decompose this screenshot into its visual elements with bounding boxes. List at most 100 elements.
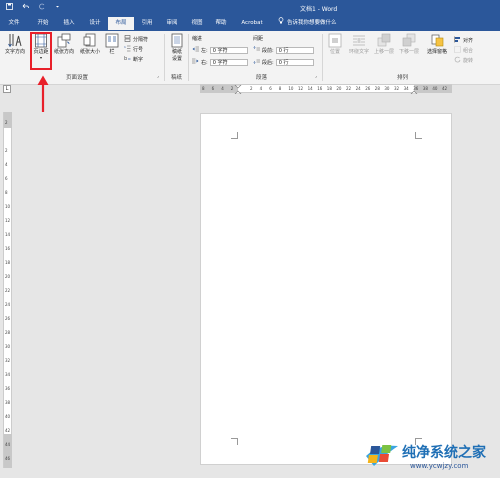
align-button[interactable]: 对齐	[454, 36, 473, 45]
ruler-number: 2	[5, 148, 8, 153]
ruler-number: 32	[394, 86, 400, 91]
tab-file[interactable]: 文件	[4, 17, 24, 30]
title-bar: 文档1 - Word	[0, 0, 500, 15]
redo-icon[interactable]	[38, 3, 45, 10]
text-direction-icon	[8, 33, 22, 48]
orientation-button[interactable]: 纸张方向	[52, 33, 76, 55]
spacing-before-icon	[253, 46, 260, 54]
ruler-number: 24	[5, 302, 11, 307]
vertical-ruler[interactable]: 2 2 4 6 8 10 12 14 16 18 20 22 24 26 28 30 32 34 36 38 40 42 4…	[3, 112, 12, 468]
site-watermark: 纯净系统之家 www.ycwjzy.com	[350, 424, 500, 478]
text-direction-button[interactable]: 文字方向	[3, 33, 27, 55]
breaks-button[interactable]: 分隔符	[124, 35, 148, 44]
tab-selector[interactable]: L	[3, 85, 11, 93]
customize-qat-icon[interactable]	[54, 3, 61, 10]
tab-references[interactable]: 引用	[136, 17, 158, 30]
tell-me-text: 告诉我你想要做什么	[287, 20, 337, 26]
group-separator	[188, 34, 189, 81]
spacing-before-input[interactable]: 0 行	[275, 46, 314, 54]
page-setup-group-label: 页面设置	[66, 75, 89, 81]
tab-insert[interactable]: 插入	[58, 17, 80, 30]
tab-layout[interactable]: 布局	[108, 17, 134, 30]
ruler-number: 2	[230, 86, 234, 91]
watermark-url: www.ycwjzy.com	[410, 462, 469, 470]
ruler-number: 10	[288, 86, 294, 91]
ruler-number: 42	[442, 86, 448, 91]
group-separator	[164, 34, 165, 81]
tab-acrobat[interactable]: Acrobat	[237, 17, 267, 30]
draft-settings-button[interactable]: 稿纸设置	[168, 33, 186, 62]
ruler-number: 44	[5, 442, 11, 447]
ruler-number: 4	[5, 162, 8, 167]
document-page[interactable]	[200, 113, 452, 465]
draft-paper-icon	[170, 33, 184, 48]
send-backward-label: 下移一层	[398, 49, 419, 55]
ruler-number: 32	[5, 358, 11, 363]
group-icon	[454, 46, 461, 55]
line-numbers-button[interactable]: 1 行号	[124, 45, 143, 54]
tab-view[interactable]: 视图	[186, 17, 208, 30]
ribbon-tabs: 文件 开始 插入 设计 布局 引用 审阅 视图 帮助 Acrobat 告诉我你想…	[0, 15, 500, 31]
ruler-number: 8	[202, 86, 205, 91]
draft-group-label: 稿纸	[171, 75, 183, 81]
selection-pane-label: 选择窗格	[426, 49, 447, 55]
rotate-button[interactable]: 旋转	[454, 56, 473, 65]
page-setup-launcher-icon[interactable]: ⌟	[157, 73, 159, 78]
right-indent-marker-icon[interactable]	[410, 85, 418, 94]
save-icon[interactable]	[6, 3, 13, 10]
indent-left-icon	[192, 46, 199, 54]
paragraph-group-label: 段落	[256, 75, 268, 81]
tab-home[interactable]: 开始	[32, 17, 54, 30]
tab-design[interactable]: 设计	[84, 17, 106, 30]
spacing-after-row: 段后: 0 行	[253, 58, 314, 66]
bring-forward-button[interactable]: 上移一层	[372, 33, 396, 55]
ruler-number: 26	[5, 316, 11, 321]
send-backward-button[interactable]: 下移一层	[397, 33, 421, 55]
svg-text:b: b	[124, 56, 127, 62]
align-icon	[454, 36, 461, 45]
indent-left-input[interactable]: 0 字符	[209, 46, 248, 54]
lightbulb-icon	[278, 17, 284, 30]
ruler-number: 8	[5, 190, 8, 195]
spacing-after-icon	[253, 58, 260, 66]
ruler-number: 28	[374, 86, 380, 91]
ruler-number: 4	[221, 86, 224, 91]
wrap-text-button[interactable]: 环绕文字	[346, 33, 372, 55]
group-label: 组合	[463, 48, 474, 54]
group-separator	[322, 34, 323, 81]
ruler-number: 24	[355, 86, 361, 91]
tab-help[interactable]: 帮助	[210, 17, 232, 30]
ruler-number: 6	[269, 86, 272, 91]
paragraph-launcher-icon[interactable]: ⌟	[315, 73, 317, 78]
spacing-before-row: 段前: 0 行	[253, 46, 314, 54]
undo-icon[interactable]	[22, 3, 29, 10]
horizontal-ruler[interactable]: 8 6 4 2 2 4 6 8 10 12 14 16 18 20 22 24 26 28 30 32 34 36 38 40…	[200, 84, 452, 94]
ruler-number: 38	[5, 400, 11, 405]
indent-left-label: 左:	[201, 47, 208, 54]
rotate-label: 旋转	[463, 58, 474, 64]
indent-right-input[interactable]: 0 字符	[209, 58, 248, 66]
indent-heading: 缩进	[192, 36, 203, 42]
tab-review[interactable]: 审阅	[161, 17, 183, 30]
spacing-after-input[interactable]: 0 行	[275, 58, 314, 66]
ruler-number: 20	[5, 274, 11, 279]
ruler-number: 42	[5, 428, 11, 433]
group-button[interactable]: 组合	[454, 46, 473, 55]
ruler-number: 22	[5, 288, 11, 293]
size-button[interactable]: 纸张大小	[78, 33, 102, 55]
columns-button[interactable]: 栏	[104, 33, 120, 55]
ruler-number: 22	[346, 86, 352, 91]
size-icon	[83, 33, 97, 48]
position-icon	[328, 33, 342, 48]
tell-me-search[interactable]: 告诉我你想要做什么	[278, 17, 337, 30]
ruler-number: 8	[278, 86, 282, 91]
quick-access-toolbar	[6, 3, 61, 10]
watermark-brand: 纯净系统之家	[402, 445, 486, 461]
columns-label: 栏	[109, 49, 115, 55]
ruler-number: 14	[5, 232, 11, 237]
indent-marker-icon[interactable]	[234, 85, 242, 94]
selection-pane-button[interactable]: 选择窗格	[424, 33, 450, 55]
position-button[interactable]: 位置	[326, 33, 344, 55]
hyphenation-button[interactable]: b 断字	[124, 55, 143, 64]
indent-left-row: 左: 0 字符	[192, 46, 248, 54]
